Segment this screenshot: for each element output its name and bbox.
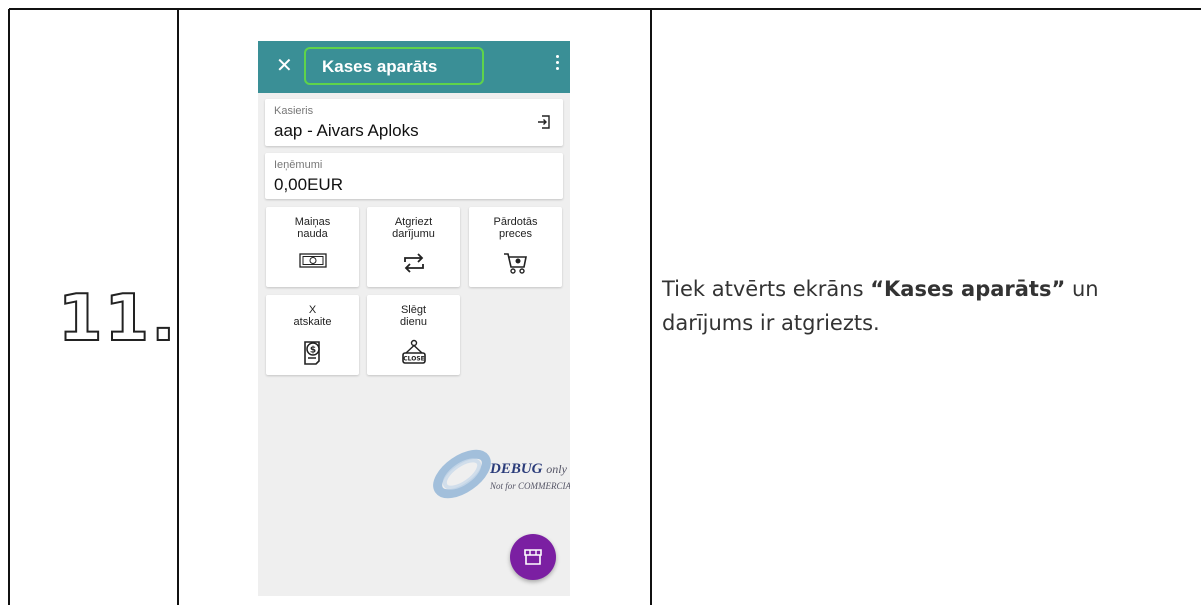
receipt-dollar-icon: $ (303, 341, 320, 365)
tile-change-money[interactable]: Maiņas nauda (266, 207, 359, 287)
tile-label: Slēgt dienu (400, 304, 427, 328)
svg-text:$: $ (309, 346, 315, 356)
tile-label: Maiņas nauda (294, 216, 331, 240)
close-icon[interactable]: ✕ (276, 54, 293, 78)
description-highlight: “Kases aparāts” (870, 277, 1066, 301)
table-top-border (9, 8, 1201, 10)
step-description: Tiek atvērts ekrāns “Kases aparāts” un d… (662, 272, 1201, 340)
watermark-line1: DEBUG only (490, 461, 567, 477)
more-vert-icon[interactable] (556, 55, 560, 73)
cashier-card[interactable]: Kasieris aap - Aivars Aploks (265, 99, 563, 146)
tile-x-report[interactable]: Xatskaite $ (266, 295, 359, 375)
description-line2: darījums ir atgriezts. (662, 311, 880, 335)
step-number: 11. (57, 282, 178, 356)
debug-watermark: DEBUG only Not for COMMERCIAL (430, 446, 570, 506)
toolbar-title: Kases aparāts (322, 57, 438, 76)
app-toolbar: ✕ Kases aparāts (258, 41, 570, 93)
description-text-after: un (1065, 277, 1099, 301)
toolbar-title-highlight: Kases aparāts (304, 47, 484, 85)
instruction-table: 11. Tiek atvērts ekrāns “Kases aparāts” … (0, 0, 1201, 605)
watermark-line2: Not for COMMERCIAL (490, 481, 570, 491)
revenue-label: Ieņēmumi (274, 159, 323, 171)
banknote-icon (298, 253, 327, 268)
swap-arrows-icon (403, 253, 424, 273)
revenue-value: 0,00EUR (274, 175, 343, 194)
cart-icon (503, 253, 527, 274)
table-border-col2 (650, 9, 652, 605)
cashier-value: aap - Aivars Aploks (274, 121, 419, 140)
tile-label: Xatskaite (293, 304, 332, 328)
cashier-label: Kasieris (274, 105, 314, 117)
tile-label: Atgriezt darījumu (392, 216, 435, 240)
table-border-left (8, 9, 10, 605)
closed-sign-icon: CLOSE (401, 339, 426, 364)
logout-icon[interactable] (537, 115, 551, 129)
tile-return-transaction[interactable]: Atgriezt darījumu (367, 207, 460, 287)
description-text-before: Tiek atvērts ekrāns (662, 277, 871, 301)
tile-sold-goods[interactable]: Pārdotās preces (469, 207, 562, 287)
store-icon (524, 549, 542, 565)
tile-label: Pārdotās preces (493, 216, 538, 240)
store-fab-button[interactable] (510, 534, 556, 580)
tile-close-day[interactable]: Slēgt dienu CLOSE (367, 295, 460, 375)
revenue-card: Ieņēmumi 0,00EUR (265, 153, 563, 199)
app-screenshot: ✕ Kases aparāts Kasieris aap - Aivars Ap… (258, 41, 570, 596)
close-sign-text: CLOSE (403, 356, 425, 363)
